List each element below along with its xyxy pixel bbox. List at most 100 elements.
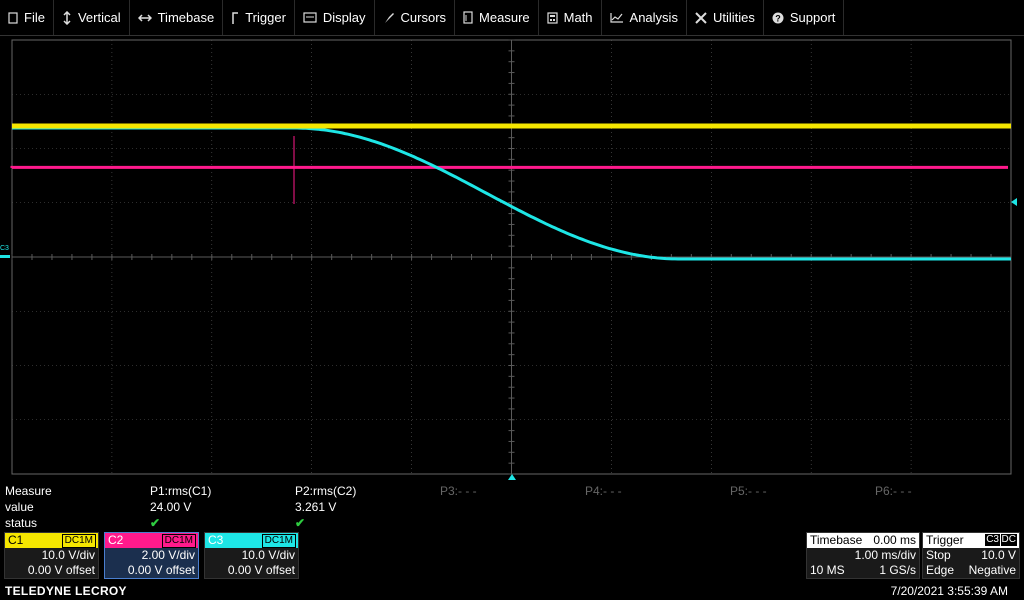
trigger-level: 10.0 V	[981, 548, 1016, 562]
channel-c3-offset: 0.00 V offset	[227, 563, 295, 577]
menu-trigger-label: Trigger	[245, 10, 286, 25]
brand-logo: TELEDYNE LECROY	[5, 584, 127, 598]
vertical-arrows-icon	[63, 10, 71, 25]
menu-analysis[interactable]: Analysis	[602, 0, 687, 35]
scope-display[interactable]: C3	[0, 36, 1024, 482]
measure-header-row: Measure P1:rms(C1) P2:rms(C2) P3:- - - P…	[0, 484, 1024, 499]
trigger-icon	[232, 11, 239, 24]
menu-timebase[interactable]: Timebase	[130, 0, 224, 35]
channel-c3-box[interactable]: C3 DC1M 10.0 V/div 0.00 V offset	[204, 532, 299, 579]
measure-icon	[463, 11, 473, 24]
param-p3-name[interactable]: P3:- - -	[440, 484, 477, 499]
menu-math[interactable]: Math	[539, 0, 602, 35]
horizontal-arrows-icon	[137, 13, 152, 22]
measure-table: Measure P1:rms(C1) P2:rms(C2) P3:- - - P…	[0, 484, 1024, 530]
channel-c2-name: C2	[108, 533, 124, 547]
menu-support[interactable]: ? Support	[764, 0, 845, 35]
datetime: 7/20/2021 3:55:39 AM	[890, 584, 1008, 598]
timebase-header: Timebase 0.00 ms	[807, 533, 919, 548]
cursor-icon	[384, 12, 394, 23]
menu-bar: File Vertical Timebase Trigger Display C…	[0, 0, 1024, 36]
timebase-row-2: 10 MS 1 GS/s	[807, 563, 919, 578]
channel-c1-box[interactable]: C1 DC1M 10.0 V/div 0.00 V offset	[4, 532, 99, 579]
measure-status-label: status	[5, 516, 38, 530]
trigger-row-2: Edge Negative	[923, 563, 1019, 578]
channel-c3-name: C3	[208, 533, 224, 547]
menu-utilities[interactable]: Utilities	[687, 0, 764, 35]
param-p1-name[interactable]: P1:rms(C1)	[150, 484, 211, 499]
trigger-box[interactable]: Trigger C3 DC Stop 10.0 V Edge Negative	[922, 532, 1020, 579]
footer: TELEDYNE LECROY 7/20/2021 3:55:39 AM	[0, 582, 1024, 600]
channel-c1-name: C1	[8, 533, 24, 547]
channel-c1-coupling: DC1M	[61, 534, 96, 548]
menu-cursors-label: Cursors	[400, 10, 447, 25]
menu-measure[interactable]: Measure	[455, 0, 539, 35]
timebase-samples: 10 MS	[810, 563, 845, 577]
measure-status-row: status ✔ ✔	[0, 516, 1024, 531]
trigger-position-marker	[508, 474, 516, 480]
channel-c2-vdiv: 2.00 V/div	[141, 548, 195, 562]
measure-value-label: value	[5, 500, 34, 514]
timebase-label: Timebase	[810, 533, 863, 547]
menu-math-label: Math	[563, 10, 593, 25]
param-p1-value: 24.00 V	[150, 500, 192, 514]
calculator-icon	[547, 11, 558, 24]
trigger-type: Edge	[926, 563, 955, 577]
timebase-row-1: 1.00 ms/div	[807, 548, 919, 563]
tools-icon	[695, 11, 707, 24]
param-p2-name[interactable]: P2:rms(C2)	[295, 484, 356, 499]
trigger-row-1: Stop 10.0 V	[923, 548, 1019, 563]
timebase-tdiv: 1.00 ms/div	[854, 548, 916, 562]
trigger-coupling: DC	[1000, 534, 1017, 546]
channel-c2-coupling: DC1M	[161, 534, 196, 548]
display-icon	[303, 12, 317, 23]
menu-vertical[interactable]: Vertical	[54, 0, 130, 35]
timebase-delay: 0.00 ms	[873, 533, 916, 547]
menu-measure-label: Measure	[479, 10, 530, 25]
param-p1-status-check-icon: ✔	[150, 516, 161, 530]
menu-display-label: Display	[322, 10, 366, 25]
trigger-mode: Stop	[926, 548, 951, 562]
menu-vertical-label: Vertical	[77, 10, 121, 25]
svg-text:?: ?	[775, 13, 781, 23]
c3-marker-label: C3	[0, 245, 9, 252]
menu-display[interactable]: Display	[295, 0, 375, 35]
menu-cursors[interactable]: Cursors	[375, 0, 456, 35]
param-p2-value: 3.261 V	[295, 500, 337, 514]
channel-c2-offset: 0.00 V offset	[127, 563, 195, 577]
param-p4-name[interactable]: P4:- - -	[585, 484, 622, 499]
measure-header-label: Measure	[5, 484, 52, 498]
channel-c1-vdiv: 10.0 V/div	[41, 548, 95, 562]
timebase-box[interactable]: Timebase 0.00 ms 1.00 ms/div 10 MS 1 GS/…	[806, 532, 920, 579]
param-p2-status-check-icon: ✔	[295, 516, 306, 530]
trigger-source: C3	[985, 534, 1000, 546]
measure-value-row: value 24.00 V 3.261 V	[0, 500, 1024, 515]
menu-trigger[interactable]: Trigger	[223, 0, 295, 35]
trigger-header: Trigger C3 DC	[923, 533, 1019, 548]
channel-c2-header: C2 DC1M	[105, 533, 198, 548]
menu-timebase-label: Timebase	[157, 10, 215, 25]
channel-c1-header: C1 DC1M	[5, 533, 98, 548]
trigger-level-marker	[1011, 198, 1017, 206]
channel-c3-header: C3 DC1M	[205, 533, 298, 548]
menu-file-label: File	[24, 10, 45, 25]
file-icon	[8, 11, 18, 24]
channel-c3-vdiv: 10.0 V/div	[241, 548, 295, 562]
menu-utilities-label: Utilities	[712, 10, 755, 25]
analysis-icon	[609, 13, 623, 23]
menu-support-label: Support	[789, 10, 836, 25]
channel-c1-offset: 0.00 V offset	[27, 563, 95, 577]
trigger-slope: Negative	[968, 563, 1016, 577]
trigger-label: Trigger	[926, 533, 964, 547]
param-p5-name[interactable]: P5:- - -	[730, 484, 767, 499]
c3-ground-marker: C3	[0, 245, 10, 258]
channel-c2-box[interactable]: C2 DC1M 2.00 V/div 0.00 V offset	[104, 532, 199, 579]
c3-offset-marker	[0, 255, 10, 258]
c2-trace	[10, 165, 1008, 169]
menu-file[interactable]: File	[0, 0, 54, 35]
menu-analysis-label: Analysis	[629, 10, 678, 25]
param-p6-name[interactable]: P6:- - -	[875, 484, 912, 499]
timebase-rate: 1 GS/s	[879, 563, 916, 577]
channel-c3-coupling: DC1M	[261, 534, 296, 548]
help-icon: ?	[772, 12, 784, 23]
